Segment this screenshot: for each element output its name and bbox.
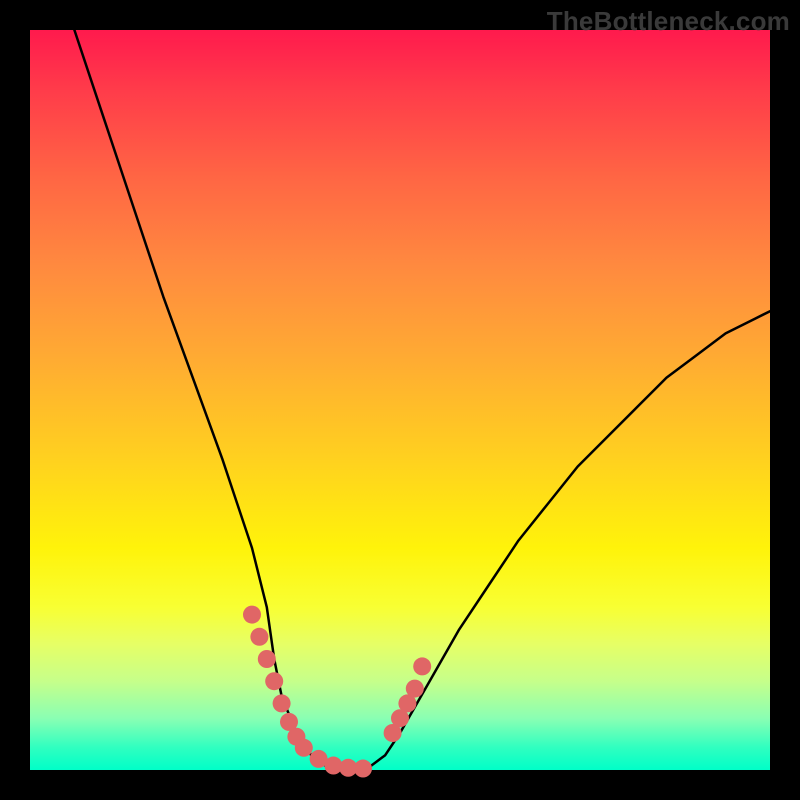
marker-point (354, 760, 372, 778)
marker-point (273, 694, 291, 712)
watermark-label: TheBottleneck.com (547, 6, 790, 37)
marker-point (250, 628, 268, 646)
chart-frame: TheBottleneck.com (0, 0, 800, 800)
marker-point (295, 739, 313, 757)
curve-layer (30, 30, 770, 770)
marker-point (258, 650, 276, 668)
marker-point (406, 680, 424, 698)
marker-point (265, 672, 283, 690)
marker-point (243, 606, 261, 624)
marker-point (413, 657, 431, 675)
